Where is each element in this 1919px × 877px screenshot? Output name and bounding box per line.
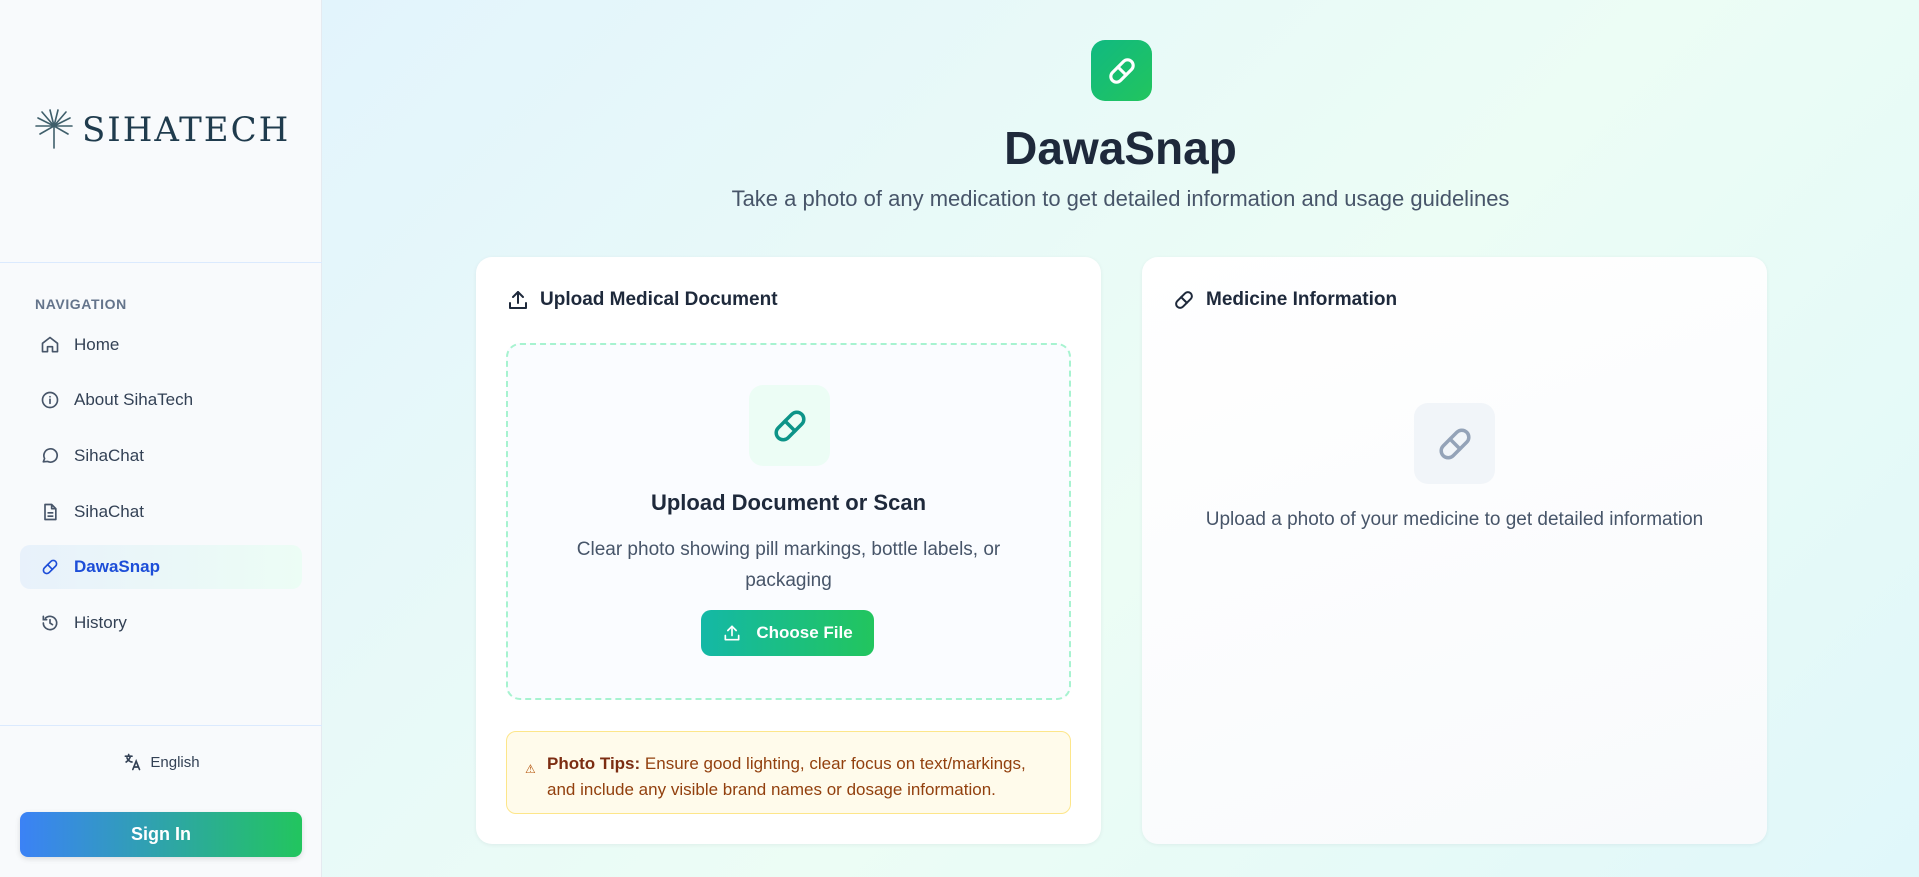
upload-icon	[724, 625, 740, 641]
sidebar-item-sihachat-docs[interactable]: SihaChat	[20, 490, 302, 534]
palm-leaf-icon	[35, 109, 73, 149]
choose-file-button[interactable]: Choose File	[701, 610, 874, 656]
sidebar-item-label: SihaChat	[74, 502, 144, 521]
warning-icon: ⚠	[525, 762, 536, 776]
sidebar-item-history[interactable]: History	[20, 601, 302, 645]
sidebar: SIHATECH NAVIGATION Home About SihaTech …	[0, 0, 322, 877]
pill-icon	[1108, 57, 1135, 84]
photo-tips-box: ⚠ Photo Tips: Ensure good lighting, clea…	[506, 731, 1071, 814]
upload-dropzone[interactable]: Upload Document or Scan Clear photo show…	[506, 343, 1071, 700]
upload-card-header: Upload Medical Document	[506, 288, 778, 312]
page-subtitle: Take a photo of any medication to get de…	[731, 186, 1510, 211]
language-selector[interactable]: English	[0, 752, 322, 772]
dropzone-title: Upload Document or Scan	[650, 490, 927, 515]
choose-file-label: Choose File	[756, 623, 853, 642]
logo-text: SIHATECH	[82, 110, 291, 150]
chat-bubble-icon	[42, 448, 58, 463]
dawasnap-app-icon	[1091, 40, 1152, 101]
language-label: English	[150, 753, 200, 771]
sidebar-divider	[0, 725, 322, 726]
home-icon	[41, 336, 59, 353]
sign-in-button[interactable]: Sign In	[20, 812, 302, 857]
sidebar-divider	[0, 262, 322, 263]
sidebar-item-sihachat[interactable]: SihaChat	[20, 434, 302, 478]
sidebar-item-label: SihaChat	[74, 446, 144, 465]
medicine-info-header: Medicine Information	[1172, 288, 1397, 312]
medicine-info-title: Medicine Information	[1206, 289, 1398, 310]
translate-icon	[124, 753, 141, 771]
pill-icon	[1438, 427, 1471, 460]
pill-icon	[42, 559, 58, 575]
empty-state-icon-box	[1414, 403, 1495, 484]
sidebar-item-home[interactable]: Home	[20, 323, 302, 367]
sidebar-item-label: History	[74, 613, 127, 632]
tips-label: Photo Tips:	[547, 754, 641, 773]
dropzone-icon-box	[749, 385, 830, 466]
medicine-info-card: Medicine Information Upload a photo of y…	[1142, 257, 1767, 844]
sihatech-logo[interactable]: SIHATECH	[32, 108, 290, 152]
info-icon	[41, 391, 59, 409]
history-icon	[42, 615, 58, 631]
sidebar-item-about[interactable]: About SihaTech	[20, 378, 302, 422]
upload-icon	[509, 291, 527, 309]
document-icon	[44, 503, 57, 521]
pill-icon	[1175, 291, 1193, 309]
empty-state-text: Upload a photo of your medicine to get d…	[1205, 509, 1704, 530]
sidebar-item-label: About SihaTech	[74, 390, 194, 409]
sidebar-item-label: DawaSnap	[74, 557, 160, 576]
dropzone-description: Clear photo showing pill markings, bottl…	[576, 539, 1001, 591]
upload-card-title: Upload Medical Document	[540, 289, 778, 310]
pill-icon	[773, 409, 806, 442]
sidebar-item-dawasnap[interactable]: DawaSnap	[20, 545, 302, 589]
page-title: DawaSnap	[1004, 122, 1237, 174]
nav-section-title: NAVIGATION	[35, 296, 127, 312]
upload-card: Upload Medical Document Upload Document …	[476, 257, 1101, 844]
sidebar-item-label: Home	[74, 335, 120, 354]
